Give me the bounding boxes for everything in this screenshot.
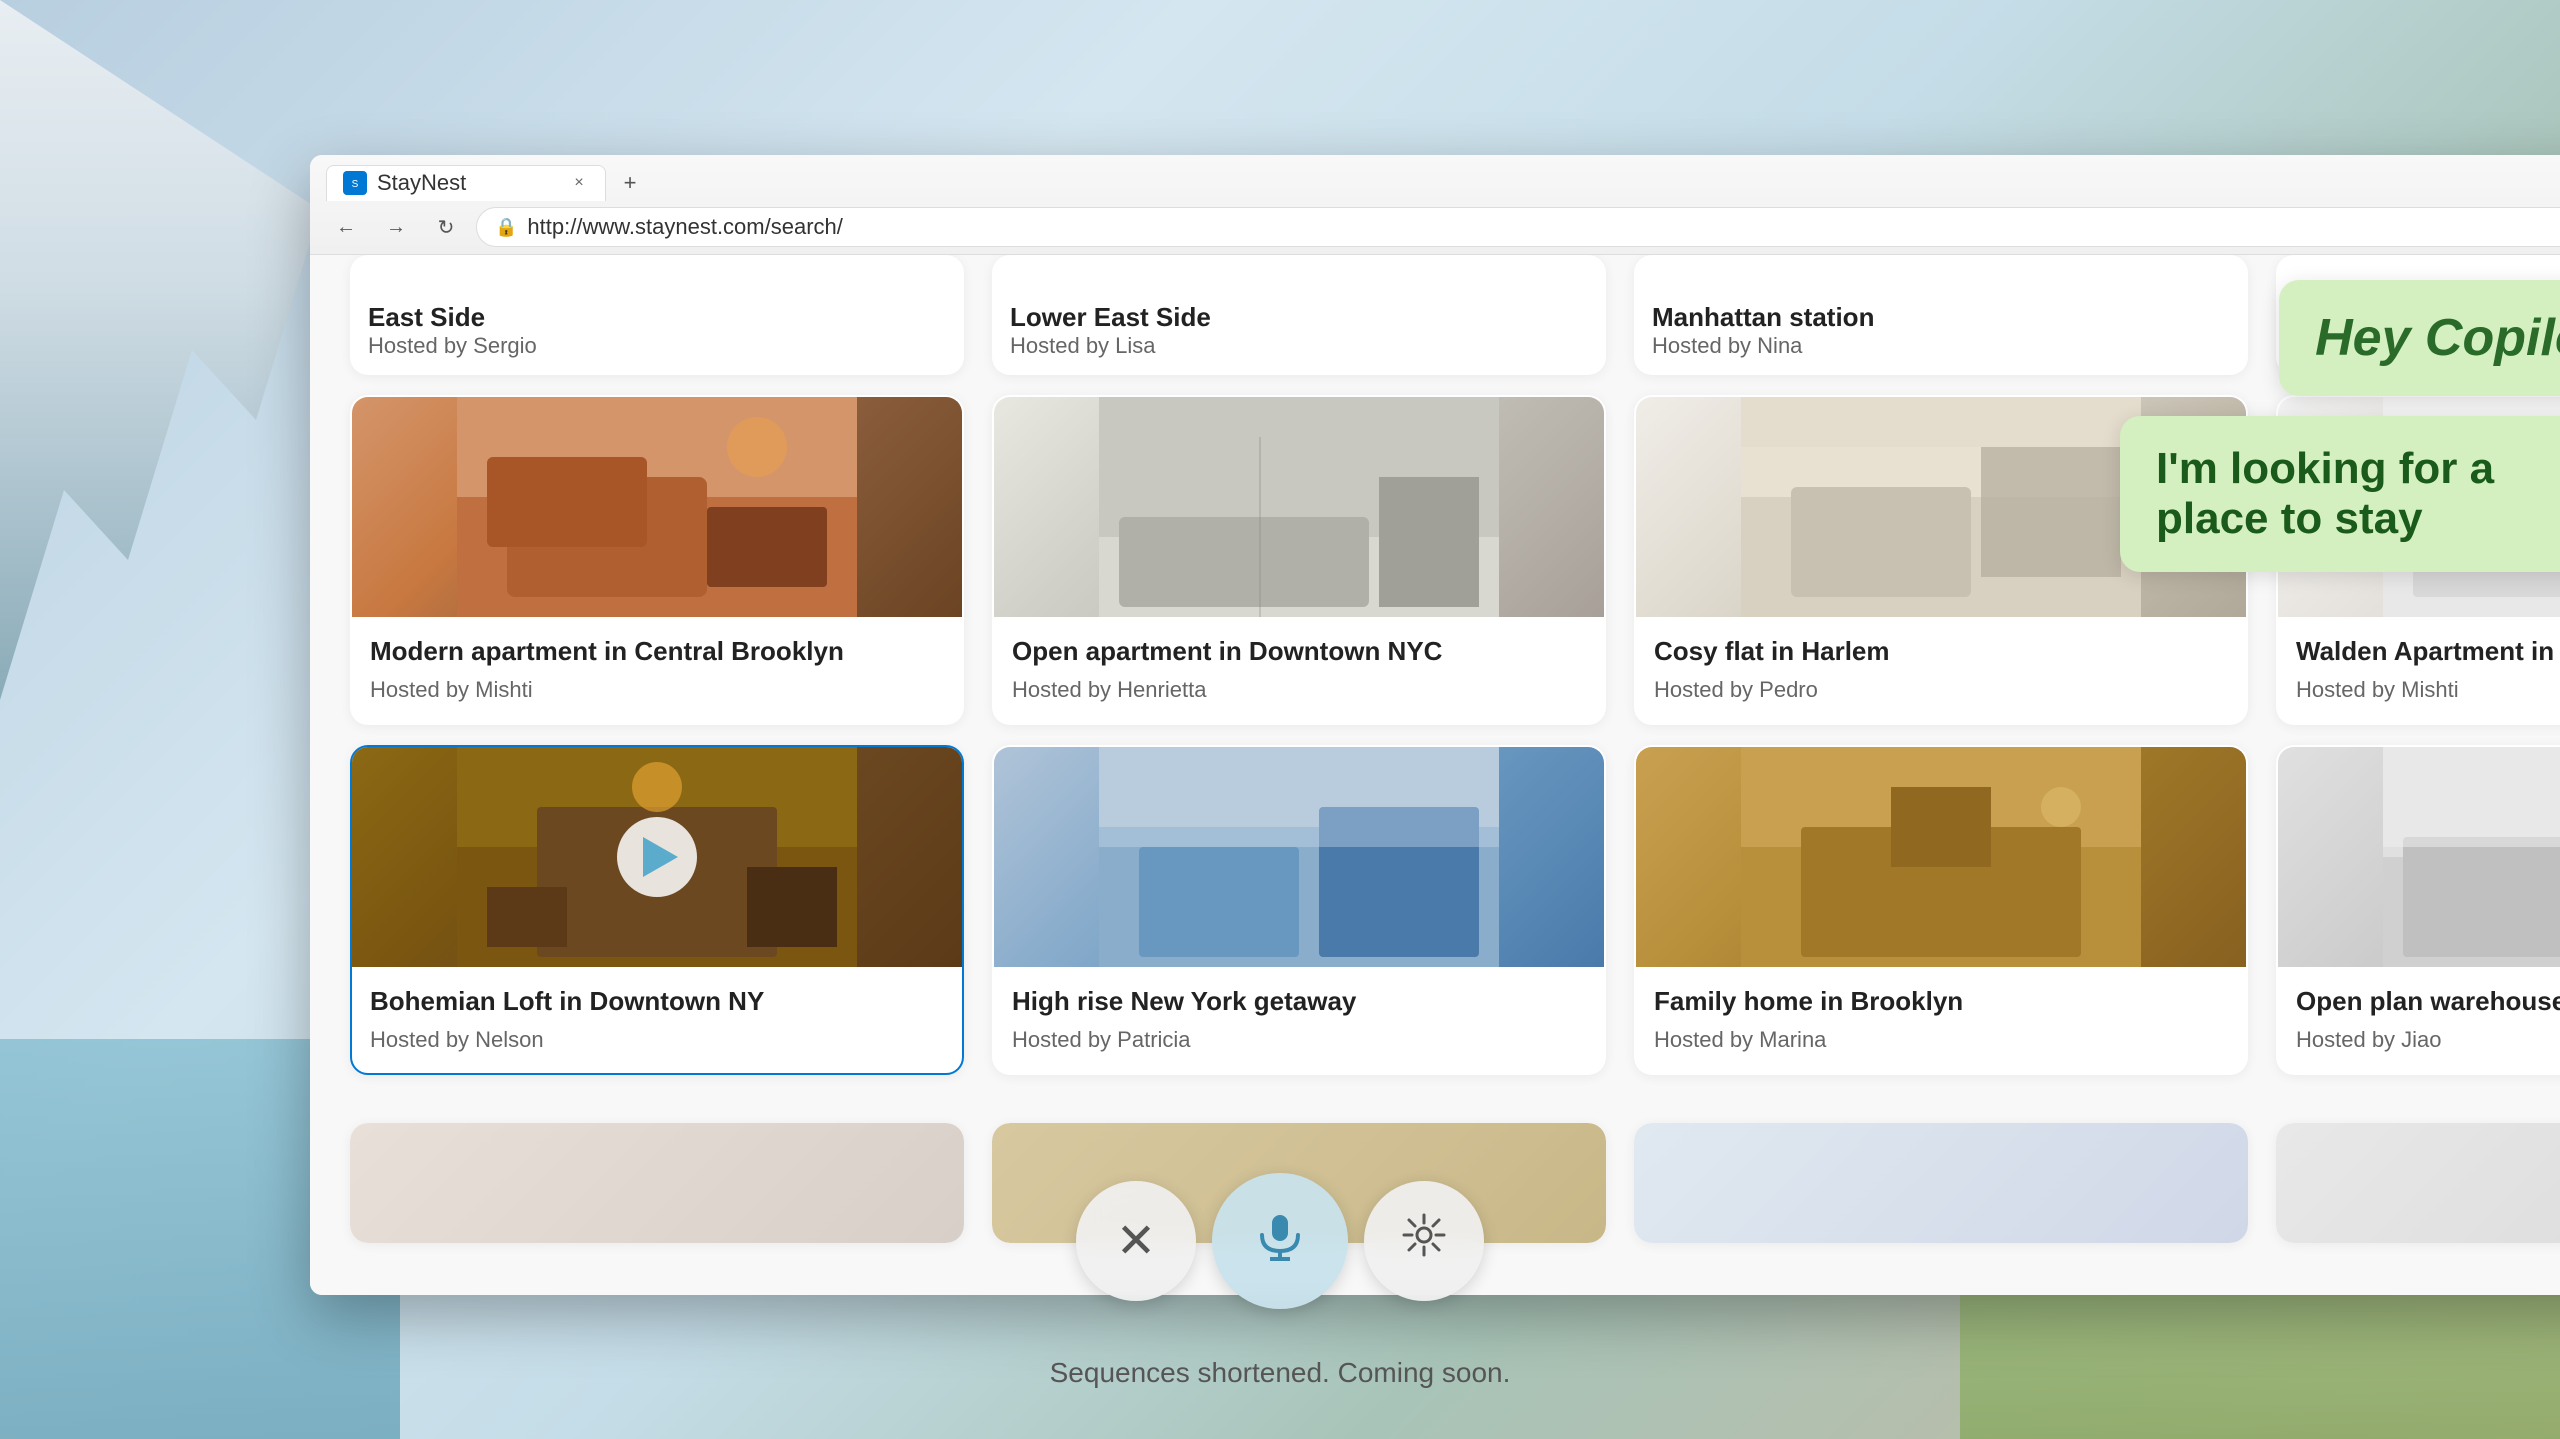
listing-info-family-brooklyn: Family home in Brooklyn Hosted by Marina [1636,967,2246,1073]
bottom-partial-card-3[interactable] [1634,1123,2248,1243]
forward-button[interactable]: → [376,207,416,247]
svg-text:S: S [352,179,359,190]
settings-icon [1400,1211,1448,1271]
listing-host-open-downtown: Hosted by Henrietta [1012,677,1586,703]
browser-tabs: S StayNest × + [310,155,2560,201]
listing-host-highrise: Hosted by Patricia [1012,1027,1586,1053]
listing-host-modern-brooklyn: Hosted by Mishti [370,677,944,703]
bottom-partial-card-1[interactable] [350,1123,964,1243]
browser-chrome: S StayNest × + ← → ↻ 🔒 http://www.stayne… [310,155,2560,255]
partial-title-0: East Side [368,302,946,333]
tab-title: StayNest [377,170,466,196]
listing-title-bohemian-loft: Bohemian Loft in Downtown NY [370,985,944,1019]
back-button[interactable]: ← [326,207,366,247]
listing-title-open-downtown: Open apartment in Downtown NYC [1012,635,1586,669]
listing-image-family-brooklyn [1636,747,2246,967]
listing-card-highrise[interactable]: High rise New York getaway Hosted by Pat… [992,745,1606,1075]
listing-image-modern-brooklyn [352,397,962,617]
listing-card-family-brooklyn[interactable]: Family home in Brooklyn Hosted by Marina [1634,745,2248,1075]
refresh-button[interactable]: ↻ [426,207,466,247]
close-icon: ✕ [1116,1213,1156,1269]
sequences-text: Sequences shortened. Coming soon. [1050,1357,1511,1389]
listing-title-family-brooklyn: Family home in Brooklyn [1654,985,2228,1019]
listing-card-open-downtown[interactable]: Open apartment in Downtown NYC Hosted by… [992,395,1606,725]
listing-host-bohemian-loft: Hosted by Nelson [370,1027,944,1053]
listing-title-highrise: High rise New York getaway [1012,985,1586,1019]
browser-toolbar: ← → ↻ 🔒 http://www.staynest.com/search/ … [310,201,2560,254]
voice-settings-button[interactable] [1364,1181,1484,1301]
listing-title-modern-brooklyn: Modern apartment in Central Brooklyn [370,635,944,669]
listing-info-modern-brooklyn: Modern apartment in Central Brooklyn Hos… [352,617,962,723]
sequences-label: Sequences shortened. Coming soon. [1050,1357,1511,1388]
listing-card-warehouse[interactable]: Open plan warehouse conversion in Brookl… [2276,745,2560,1075]
listing-card-bohemian-loft[interactable]: Bohemian Loft in Downtown NY Hosted by N… [350,745,964,1075]
listing-info-walden-manhattan: Walden Apartment in Manhattan Hosted by … [2278,617,2560,723]
browser-tab-active[interactable]: S StayNest × [326,165,606,201]
url-text: http://www.staynest.com/search/ [527,214,842,240]
listing-title-cosy-harlem: Cosy flat in Harlem [1654,635,2228,669]
listing-info-bohemian-loft: Bohemian Loft in Downtown NY Hosted by N… [352,967,962,1073]
partial-card-lower-east[interactable]: Lower East Side Hosted by Lisa [992,255,1606,375]
video-play-button[interactable] [617,817,697,897]
listing-title-warehouse: Open plan warehouse conversion in Brookl… [2296,985,2560,1019]
partial-card-east-side[interactable]: East Side Hosted by Sergio [350,255,964,375]
listing-grid-row2: Bohemian Loft in Downtown NY Hosted by N… [310,745,2560,1095]
listing-host-cosy-harlem: Hosted by Pedro [1654,677,2228,703]
listing-info-open-downtown: Open apartment in Downtown NYC Hosted by… [994,617,1604,723]
tab-favicon: S [343,171,367,195]
copilot-bubble-hey: Hey Copilot [2279,280,2560,396]
listing-host-family-brooklyn: Hosted by Marina [1654,1027,2228,1053]
mic-icon [1252,1207,1308,1276]
address-bar[interactable]: 🔒 http://www.staynest.com/search/ [476,207,2560,247]
partial-title-1: Lower East Side [1010,302,1588,333]
listing-image-highrise [994,747,1604,967]
listing-info-cosy-harlem: Cosy flat in Harlem Hosted by Pedro [1636,617,2246,723]
listing-host-walden-manhattan: Hosted by Mishti [2296,677,2560,703]
partial-host-0: Hosted by Sergio [368,333,946,359]
voice-close-button[interactable]: ✕ [1076,1181,1196,1301]
copilot-looking-text: I'm looking for a place to stay [2156,444,2494,543]
listing-image-open-downtown [994,397,1604,617]
voice-mic-button[interactable] [1212,1173,1348,1309]
partial-host-1: Hosted by Lisa [1010,333,1588,359]
copilot-bubble-looking: I'm looking for a place to stay [2120,416,2560,572]
listing-image-bohemian-loft [352,747,962,967]
play-triangle-icon [643,837,678,877]
listing-image-warehouse [2278,747,2560,967]
copilot-hey-text: Hey Copilot [2315,309,2560,367]
copilot-overlay: Hey Copilot I'm looking for a place to s… [2120,280,2560,572]
listing-info-highrise: High rise New York getaway Hosted by Pat… [994,967,1604,1073]
listing-host-warehouse: Hosted by Jiao [2296,1027,2560,1053]
listing-info-warehouse: Open plan warehouse conversion in Brookl… [2278,967,2560,1073]
tab-close-button[interactable]: × [569,173,589,193]
lock-icon: 🔒 [495,217,517,238]
listing-card-modern-brooklyn[interactable]: Modern apartment in Central Brooklyn Hos… [350,395,964,725]
listing-title-walden-manhattan: Walden Apartment in Manhattan [2296,635,2560,669]
bottom-partial-card-4[interactable] [2276,1123,2560,1243]
new-tab-button[interactable]: + [610,165,650,201]
voice-control-bar: ✕ [1076,1173,1484,1309]
